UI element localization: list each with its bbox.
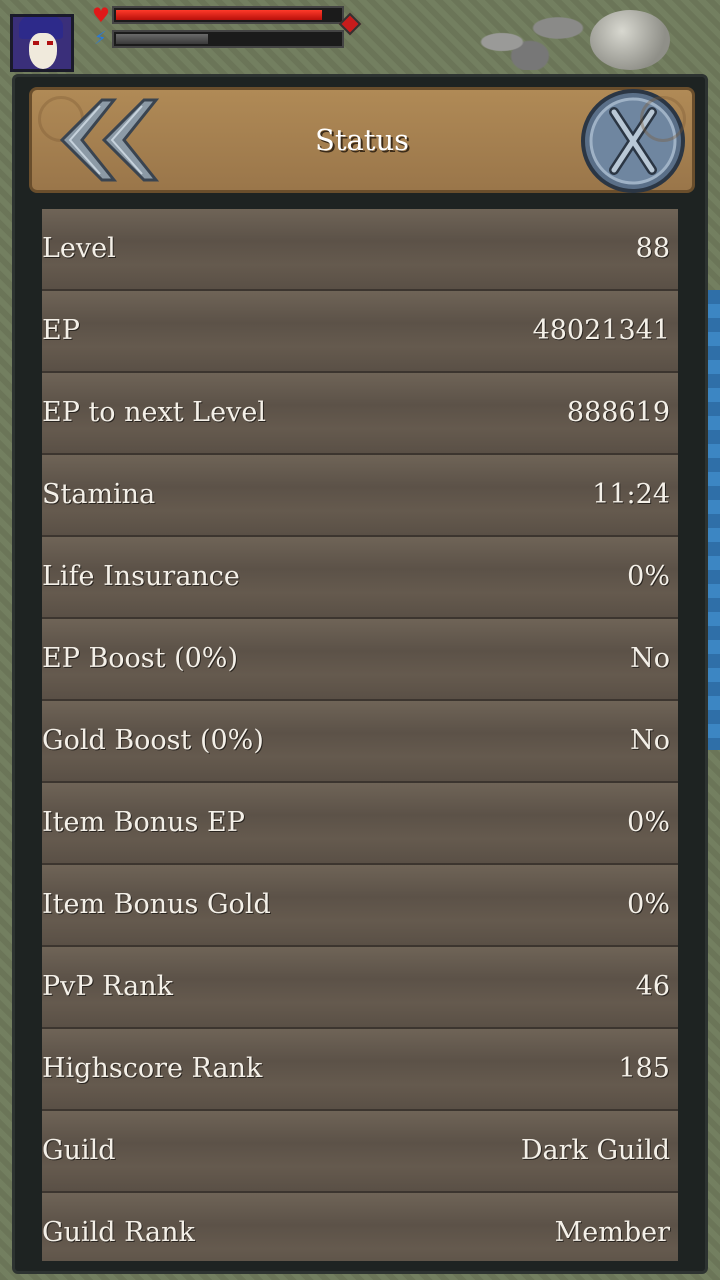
stat-value: 888619: [566, 397, 670, 428]
boulder: [590, 10, 670, 70]
back-button[interactable]: [44, 94, 160, 186]
energy-bar: [112, 30, 344, 48]
close-button[interactable]: [578, 86, 688, 196]
stat-row: Gold Boost (0%) No: [42, 701, 678, 783]
double-chevron-left-icon: [59, 98, 160, 182]
stat-row: PvP Rank 46: [42, 947, 678, 1029]
energy-bar-fill: [116, 34, 208, 44]
stat-value: Member: [554, 1217, 670, 1248]
stat-row: Level 88: [42, 209, 678, 291]
stat-value: 48021341: [532, 315, 670, 346]
lightning-icon: ⚡: [94, 28, 107, 49]
stat-label: Level: [42, 233, 116, 264]
wizard-face: [29, 33, 57, 69]
stat-row: Item Bonus Gold 0%: [42, 865, 678, 947]
stat-value: 46: [635, 971, 670, 1002]
stat-row: Guild Dark Guild: [42, 1111, 678, 1193]
stat-label: EP to next Level: [42, 397, 266, 428]
rock-pile: [460, 0, 600, 70]
stat-row: Guild Rank Member: [42, 1193, 678, 1261]
stat-value: 0%: [627, 561, 670, 592]
stat-label: EP: [42, 315, 80, 346]
health-bar: [112, 6, 344, 24]
stat-label: Item Bonus EP: [42, 807, 245, 838]
stat-value: 88: [635, 233, 670, 264]
stat-label: Life Insurance: [42, 561, 240, 592]
stat-value: Dark Guild: [520, 1135, 670, 1166]
health-bar-fill: [116, 10, 323, 20]
stat-value: No: [630, 643, 670, 674]
player-bars: ♥ ⚡: [92, 3, 362, 52]
eye: [47, 41, 53, 45]
stat-label: Item Bonus Gold: [42, 889, 271, 920]
stat-row: EP Boost (0%) No: [42, 619, 678, 701]
stat-label: Stamina: [42, 479, 156, 510]
stat-label: Gold Boost (0%): [42, 725, 264, 756]
stat-row: EP 48021341: [42, 291, 678, 373]
status-panel: Status Level 88 EP 48021341 EP to next Level…: [12, 74, 708, 1274]
stat-label: Guild: [42, 1135, 116, 1166]
status-list[interactable]: Level 88 EP 48021341 EP to next Level 888619 S…: [42, 209, 678, 1261]
stat-value: 0%: [627, 889, 670, 920]
stat-label: EP Boost (0%): [42, 643, 239, 674]
stat-label: PvP Rank: [42, 971, 173, 1002]
eye: [33, 41, 39, 45]
heart-icon: ♥: [92, 3, 110, 27]
stat-value: No: [630, 725, 670, 756]
stat-row: EP to next Level 888619: [42, 373, 678, 455]
stat-row: Highscore Rank 185: [42, 1029, 678, 1111]
stat-value: 185: [618, 1053, 670, 1084]
close-icon: [581, 89, 685, 193]
stat-row: Life Insurance 0%: [42, 537, 678, 619]
stat-row: Stamina 11:24: [42, 455, 678, 537]
stat-value: 0%: [627, 807, 670, 838]
stat-label: Guild Rank: [42, 1217, 195, 1248]
stat-value: 11:24: [592, 479, 670, 510]
player-avatar[interactable]: [10, 14, 74, 72]
stat-label: Highscore Rank: [42, 1053, 263, 1084]
panel-header: Status: [29, 87, 695, 193]
stat-row: Item Bonus EP 0%: [42, 783, 678, 865]
